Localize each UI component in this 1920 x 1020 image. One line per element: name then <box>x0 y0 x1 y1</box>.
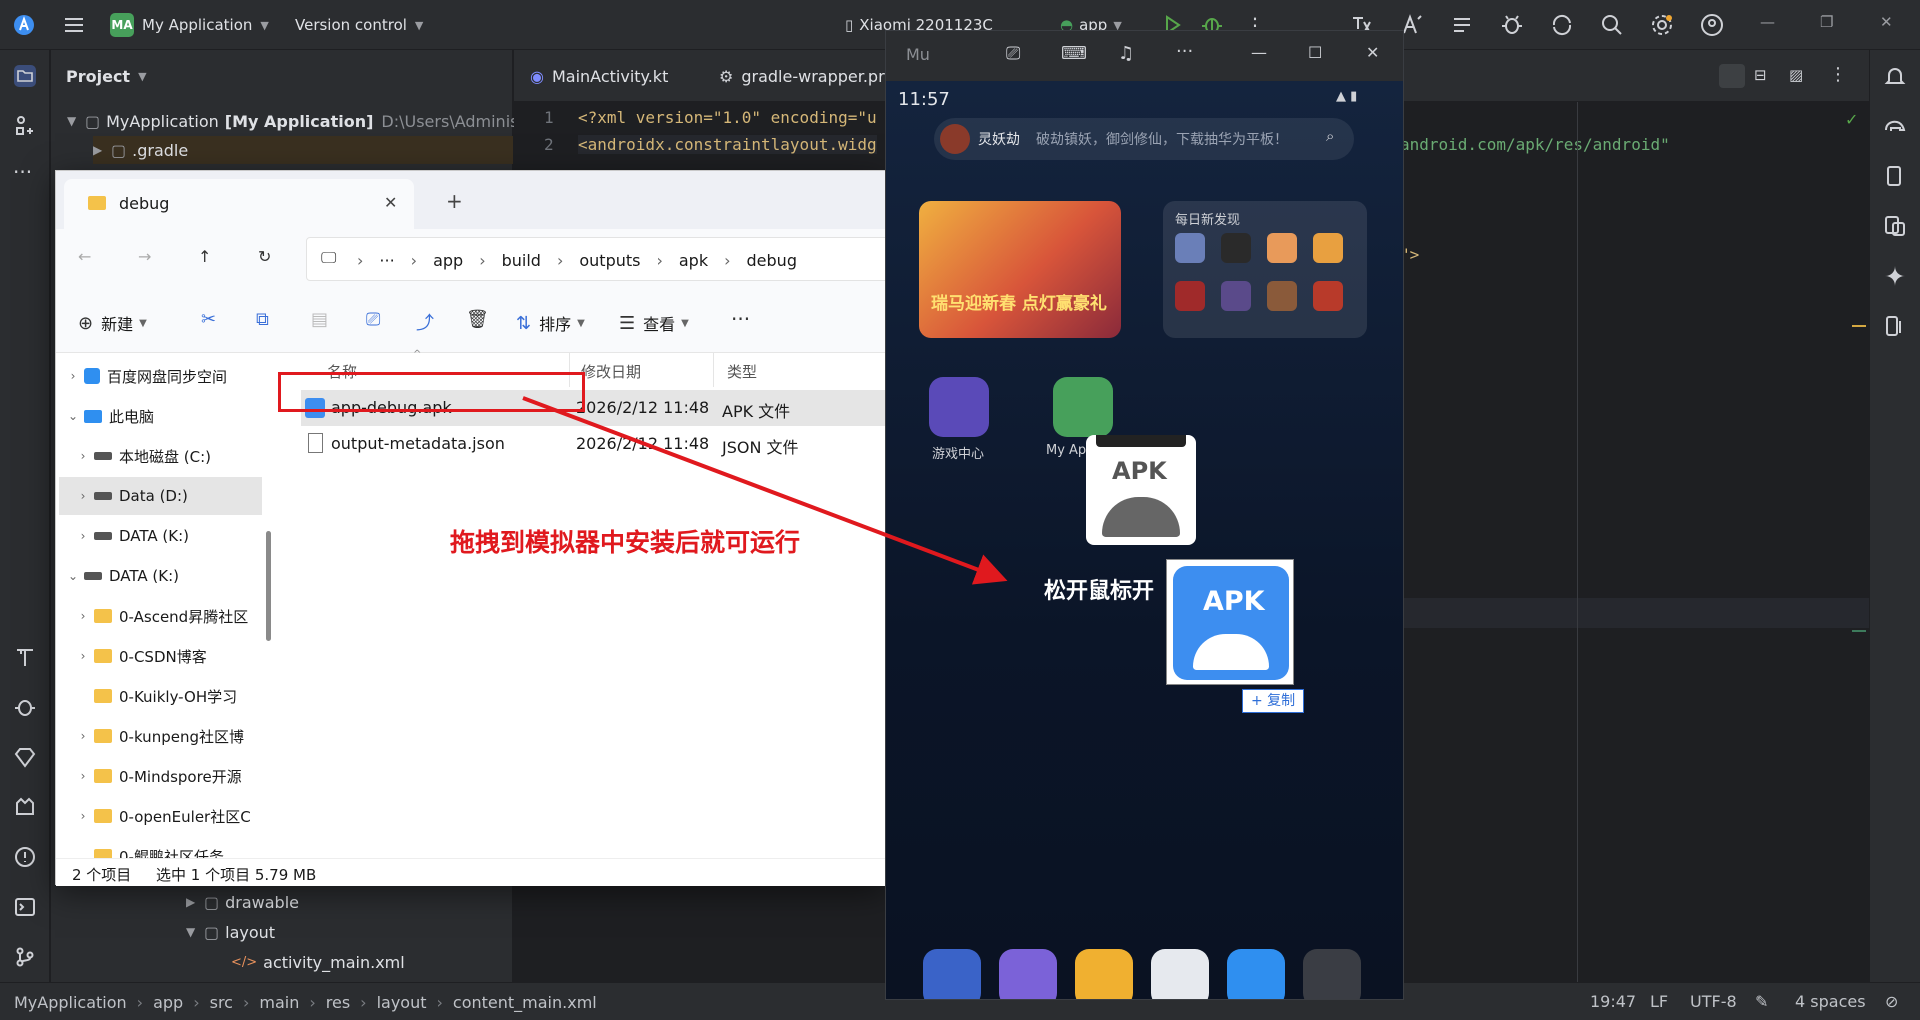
drag-instruction-text: 拖拽到模拟器中安装后就可运行 <box>450 528 801 557</box>
drag-arrow <box>522 396 1008 585</box>
